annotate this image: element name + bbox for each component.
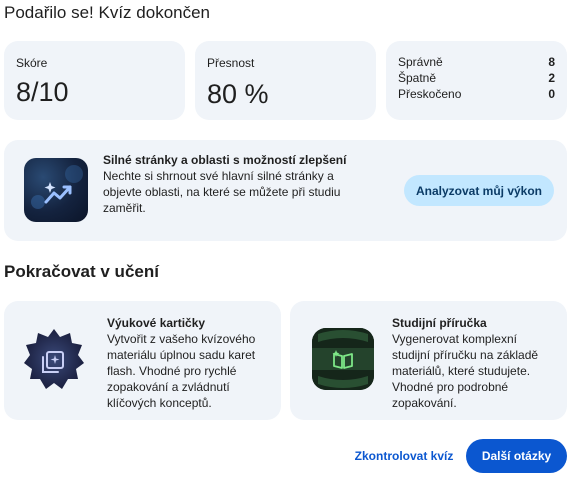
accuracy-value: 80 % (207, 79, 269, 109)
next-questions-button[interactable]: Další otázky (466, 439, 567, 473)
analysis-heading: Silné stránky a oblasti s možností zlepš… (103, 153, 347, 167)
correct-count-row: Správně 8 (398, 54, 555, 70)
study-guide-heading: Studijní příručka (392, 316, 487, 330)
analyze-performance-button[interactable]: Analyzovat můj výkon (404, 175, 554, 206)
continue-learning-title: Pokračovat v učení (4, 262, 159, 281)
flashcards-card[interactable]: Výukové kartičky Vytvořit z vašeho kvízo… (4, 301, 281, 420)
skipped-count-row: Přeskočeno 0 (398, 86, 555, 102)
wrong-count-row: Špatně 2 (398, 70, 555, 86)
correct-label: Správně (398, 55, 443, 69)
analysis-text: Silné stránky a oblasti s možností zlepš… (103, 152, 373, 216)
correct-value: 8 (548, 55, 555, 69)
score-value: 8/10 (16, 77, 69, 107)
analysis-description: Nechte si shrnout své hlavní silné strán… (103, 169, 341, 215)
answer-counts: Správně 8 Špatně 2 Přeskočeno 0 (398, 54, 555, 102)
flashcards-description: Vytvořit z vašeho kvízového materiálu úp… (107, 332, 256, 410)
review-quiz-button[interactable]: Zkontrolovat kvíz (354, 444, 454, 468)
study-guide-text: Studijní příručka Vygenerovat komplexní … (392, 315, 557, 411)
score-label: Skóre (16, 56, 48, 70)
study-guide-card[interactable]: Studijní příručka Vygenerovat komplexní … (290, 301, 567, 420)
wrong-value: 2 (548, 71, 555, 85)
flashcards-text: Výukové kartičky Vytvořit z vašeho kvízo… (107, 315, 267, 411)
score-card: Skóre 8/10 (4, 41, 185, 120)
counts-card: Správně 8 Špatně 2 Přeskočeno 0 (386, 41, 567, 120)
accuracy-card: Přesnost 80 % (195, 41, 376, 120)
study-guide-book-icon (312, 328, 374, 390)
trending-up-sparkle-icon (24, 158, 88, 222)
wrong-label: Špatně (398, 71, 437, 85)
skipped-label: Přeskočeno (398, 87, 462, 101)
page-title: Podařilo se! Kvíz dokončen (4, 3, 211, 22)
flashcards-heading: Výukové kartičky (107, 316, 206, 330)
study-guide-description: Vygenerovat komplexní studijní příručku … (392, 332, 539, 410)
accuracy-label: Přesnost (207, 56, 255, 70)
skipped-value: 0 (548, 87, 555, 101)
flashcards-icon (22, 327, 86, 391)
